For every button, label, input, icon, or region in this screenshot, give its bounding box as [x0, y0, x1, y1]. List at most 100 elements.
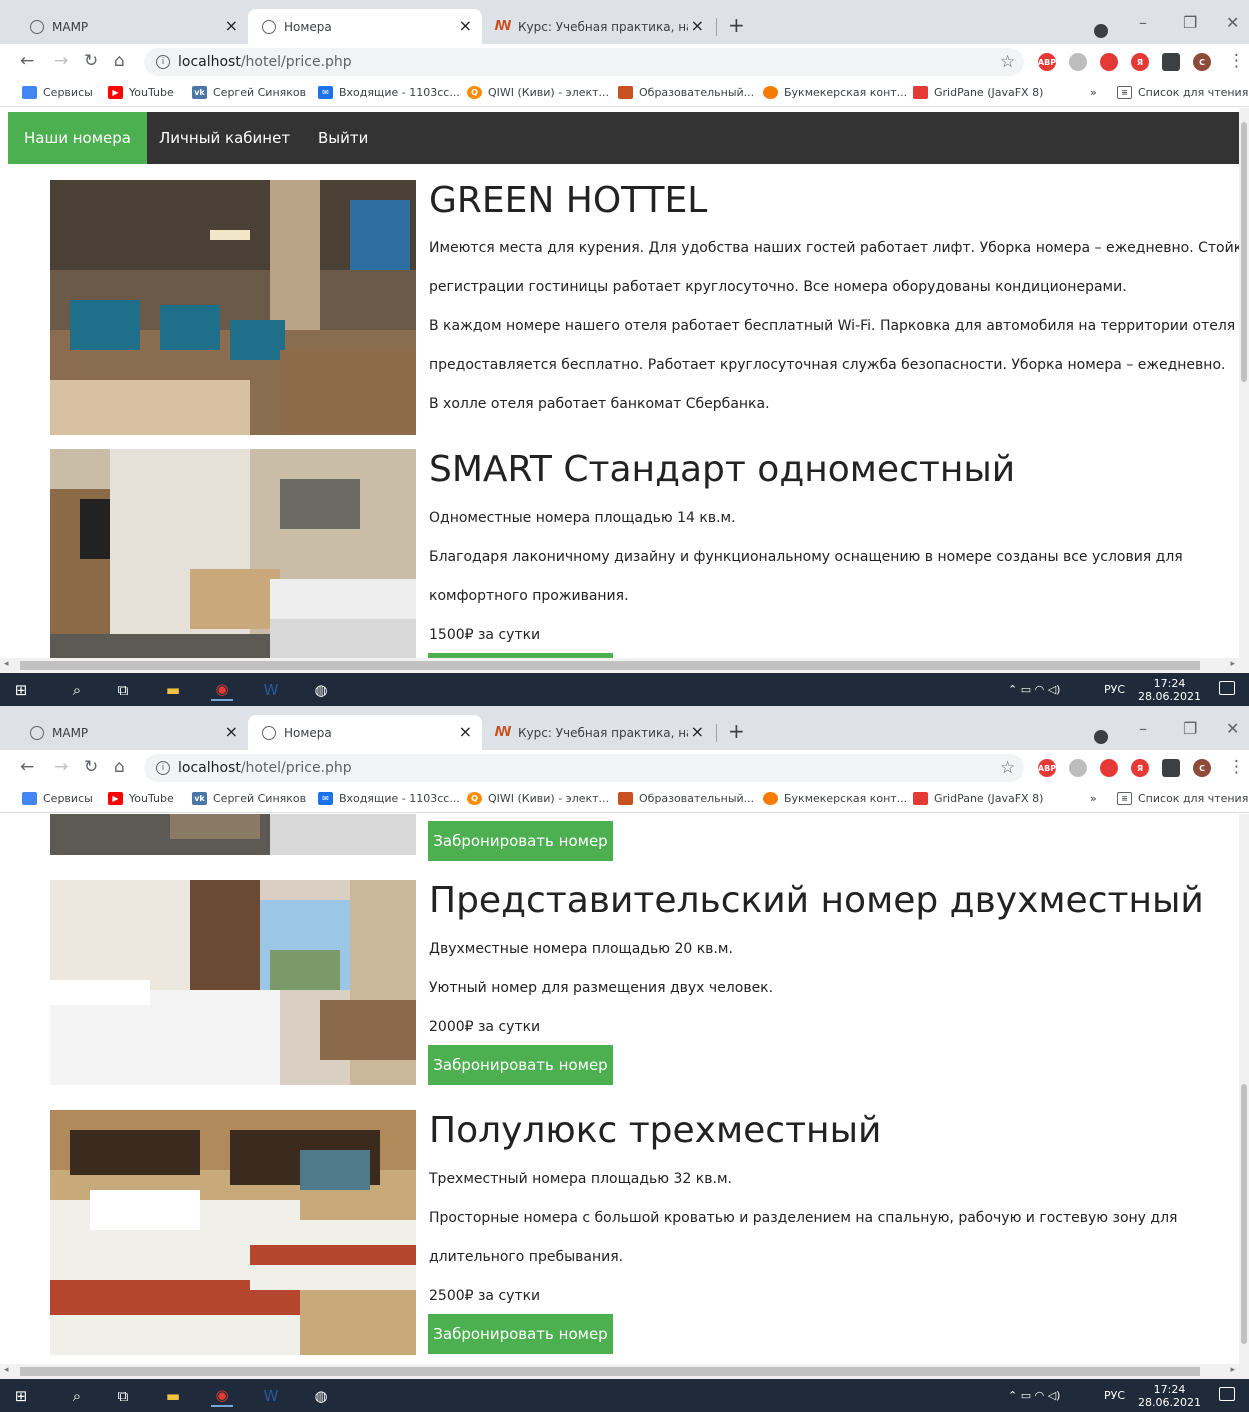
- restore-icon[interactable]: ❐: [1183, 13, 1197, 32]
- back-arrow-icon[interactable]: ←: [20, 51, 34, 71]
- extension-profile-icon[interactable]: [1094, 24, 1108, 38]
- close-icon[interactable]: ×: [691, 724, 704, 740]
- menu-dots-icon[interactable]: ⋮: [1228, 757, 1245, 777]
- extension-red-icon[interactable]: [1100, 53, 1118, 71]
- clock[interactable]: 17:24 28.06.2021: [1138, 677, 1201, 703]
- puzzle-icon[interactable]: [1162, 759, 1180, 777]
- bookmark-bookmaker[interactable]: Букмекерская конт...: [763, 86, 907, 99]
- bookmark-mail[interactable]: ✉ Входящие - 1103сс...: [318, 86, 460, 99]
- close-icon[interactable]: ×: [459, 724, 472, 740]
- globe-extension-icon[interactable]: [1069, 53, 1087, 71]
- bookmark-youtube[interactable]: ▶ YouTube: [108, 792, 174, 805]
- profile-avatar[interactable]: C: [1193, 53, 1211, 71]
- tab-nomera[interactable]: Номера ×: [248, 9, 482, 44]
- home-icon[interactable]: ⌂: [114, 51, 125, 71]
- forward-arrow-icon[interactable]: →: [54, 757, 68, 777]
- bookmark-vk[interactable]: vk Сергей Синяков: [192, 86, 306, 99]
- address-bar[interactable]: i localhost/hotel/price.php: [144, 754, 1024, 782]
- more-bookmarks[interactable]: »: [1090, 792, 1097, 805]
- book-room-button[interactable]: Забронировать номер: [428, 821, 613, 861]
- new-tab-icon[interactable]: +: [728, 15, 745, 35]
- close-icon[interactable]: ×: [691, 18, 704, 34]
- tab-nomera[interactable]: Номера ×: [248, 715, 482, 750]
- more-bookmarks[interactable]: »: [1090, 86, 1097, 99]
- windows-start-icon[interactable]: ⊞: [10, 1385, 32, 1407]
- close-icon[interactable]: ×: [225, 724, 238, 740]
- back-arrow-icon[interactable]: ←: [20, 757, 34, 777]
- bookmark-bookmaker[interactable]: Букмекерская конт...: [763, 792, 907, 805]
- reading-list[interactable]: ≡ Список для чтения: [1117, 792, 1248, 805]
- nav-logout[interactable]: Выйти: [302, 112, 384, 164]
- restore-icon[interactable]: ❐: [1183, 719, 1197, 738]
- app-icon[interactable]: ◍: [310, 1385, 332, 1407]
- bookmark-services[interactable]: Сервисы: [22, 792, 93, 805]
- extension-profile-icon[interactable]: [1094, 730, 1108, 744]
- scrollbar-thumb[interactable]: [20, 661, 1200, 670]
- task-view-icon[interactable]: ⧉: [112, 1385, 134, 1407]
- system-tray-icons[interactable]: ⌃ ▭ ◠ ◁): [1008, 1379, 1060, 1412]
- scroll-left-icon[interactable]: ◂: [4, 659, 9, 669]
- windows-start-icon[interactable]: ⊞: [10, 679, 32, 701]
- search-icon[interactable]: ⌕: [66, 1385, 88, 1407]
- book-room-button[interactable]: Забронировать номер: [428, 1045, 613, 1085]
- tab-course[interactable]: ꟿ Курс: Учебная практика, научно ×: [482, 715, 714, 750]
- reading-list[interactable]: ≡ Список для чтения: [1117, 86, 1248, 99]
- info-icon[interactable]: i: [156, 761, 170, 775]
- new-tab-icon[interactable]: +: [728, 721, 745, 741]
- bookmark-stepik[interactable]: Образовательный...: [618, 86, 754, 99]
- close-icon[interactable]: ×: [225, 18, 238, 34]
- file-explorer-icon[interactable]: ▬: [162, 679, 184, 701]
- notification-icon[interactable]: [1219, 681, 1235, 695]
- bookmark-star-icon[interactable]: ☆: [1000, 758, 1015, 778]
- nav-account[interactable]: Личный кабинет: [143, 112, 306, 164]
- notification-icon[interactable]: [1219, 1387, 1235, 1401]
- search-icon[interactable]: ⌕: [66, 679, 88, 701]
- bookmark-gridpane[interactable]: GridPane (JavaFX 8): [913, 792, 1043, 805]
- yandex-icon[interactable]: Я: [1131, 53, 1149, 71]
- tab-course[interactable]: ꟿ Курс: Учебная практика, научно ×: [482, 9, 714, 44]
- profile-avatar[interactable]: C: [1193, 759, 1211, 777]
- window-close-icon[interactable]: ✕: [1226, 13, 1239, 32]
- system-tray-icons[interactable]: ⌃ ▭ ◠ ◁): [1008, 673, 1060, 706]
- adblock-icon[interactable]: ABP: [1038, 759, 1056, 777]
- word-icon[interactable]: W: [260, 679, 282, 701]
- bookmark-youtube[interactable]: ▶ YouTube: [108, 86, 174, 99]
- bookmark-stepik[interactable]: Образовательный...: [618, 792, 754, 805]
- forward-arrow-icon[interactable]: →: [54, 51, 68, 71]
- close-icon[interactable]: ×: [459, 18, 472, 34]
- scrollbar-thumb[interactable]: [1241, 122, 1247, 382]
- language-indicator[interactable]: РУС: [1104, 673, 1125, 706]
- chrome-icon[interactable]: ◉: [211, 1385, 233, 1407]
- bookmark-vk[interactable]: vk Сергей Синяков: [192, 792, 306, 805]
- tab-mamp[interactable]: MAMP ×: [16, 9, 248, 44]
- bookmark-qiwi[interactable]: Q QIWI (Киви) - элект...: [467, 792, 609, 805]
- home-icon[interactable]: ⌂: [114, 757, 125, 777]
- scrollbar-thumb[interactable]: [1241, 1084, 1247, 1344]
- horizontal-scrollbar[interactable]: ◂ ▸: [0, 658, 1249, 673]
- reload-icon[interactable]: ↻: [84, 757, 98, 777]
- address-bar[interactable]: i localhost/hotel/price.php: [144, 48, 1024, 76]
- book-room-button[interactable]: Забронировать номер: [428, 1314, 613, 1354]
- info-icon[interactable]: i: [156, 55, 170, 69]
- scroll-left-icon[interactable]: ◂: [4, 1365, 9, 1375]
- extension-red-icon[interactable]: [1100, 759, 1118, 777]
- yandex-icon[interactable]: Я: [1131, 759, 1149, 777]
- puzzle-icon[interactable]: [1162, 53, 1180, 71]
- scroll-right-icon[interactable]: ▸: [1230, 1365, 1235, 1375]
- nav-our-rooms[interactable]: Наши номера: [8, 112, 147, 164]
- vertical-scrollbar[interactable]: [1239, 108, 1249, 658]
- window-close-icon[interactable]: ✕: [1226, 719, 1239, 738]
- vertical-scrollbar[interactable]: [1239, 814, 1249, 1364]
- bookmark-qiwi[interactable]: Q QIWI (Киви) - элект...: [467, 86, 609, 99]
- bookmark-gridpane[interactable]: GridPane (JavaFX 8): [913, 86, 1043, 99]
- language-indicator[interactable]: РУС: [1104, 1379, 1125, 1412]
- app-icon[interactable]: ◍: [310, 679, 332, 701]
- horizontal-scrollbar[interactable]: ◂ ▸: [0, 1364, 1249, 1379]
- minimize-icon[interactable]: –: [1139, 719, 1147, 738]
- bookmark-services[interactable]: Сервисы: [22, 86, 93, 99]
- bookmark-mail[interactable]: ✉ Входящие - 1103сс...: [318, 792, 460, 805]
- menu-dots-icon[interactable]: ⋮: [1228, 51, 1245, 71]
- word-icon[interactable]: W: [260, 1385, 282, 1407]
- bookmark-star-icon[interactable]: ☆: [1000, 52, 1015, 72]
- task-view-icon[interactable]: ⧉: [112, 679, 134, 701]
